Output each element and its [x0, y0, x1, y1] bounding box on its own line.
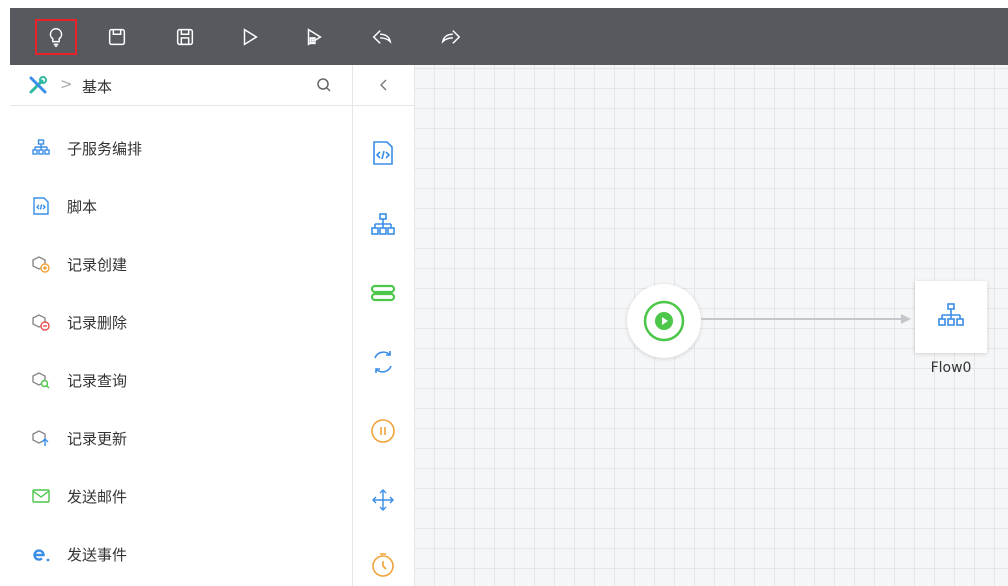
- start-node[interactable]: [627, 284, 701, 358]
- lightbulb-button[interactable]: [35, 19, 77, 55]
- palette-toggle[interactable]: [368, 278, 398, 308]
- node-palette: [353, 65, 415, 586]
- play-icon: [643, 300, 685, 342]
- save-button[interactable]: [96, 19, 138, 55]
- flow-editor: > 基本 子服务编排 脚本 记录创建 记录删除 记录查询 记录更新 发送邮件 发…: [10, 8, 1008, 586]
- component-item-label: 记录更新: [67, 429, 128, 448]
- toggle-icon: [370, 284, 396, 302]
- component-item-script[interactable]: 脚本: [10, 177, 352, 235]
- flow-canvas[interactable]: Flow0: [415, 65, 1008, 586]
- undo-button[interactable]: [361, 19, 403, 55]
- redo-icon: [441, 30, 461, 44]
- record-create-icon: [31, 254, 51, 274]
- chevron-left-icon: [379, 79, 386, 91]
- toolbar: [10, 8, 1008, 65]
- search-icon[interactable]: [316, 77, 332, 93]
- component-item-send-mail[interactable]: 发送邮件: [10, 467, 352, 525]
- component-item-send-event[interactable]: 发送事件: [10, 525, 352, 583]
- palette-script[interactable]: [368, 138, 398, 168]
- component-item-record-create[interactable]: 记录创建: [10, 235, 352, 293]
- debug-icon: [307, 28, 322, 46]
- palette-move[interactable]: [368, 485, 398, 515]
- palette-sub-flow[interactable]: [368, 210, 398, 240]
- script-icon: [373, 141, 393, 165]
- sub-flow-icon: [371, 213, 395, 235]
- palette-pause[interactable]: [368, 416, 398, 446]
- flow-node[interactable]: [915, 281, 987, 353]
- run-button[interactable]: [229, 19, 271, 55]
- component-panel: > 基本 子服务编排 脚本 记录创建 记录删除 记录查询 记录更新 发送邮件 发…: [10, 65, 353, 586]
- component-item-label: 记录创建: [67, 255, 128, 274]
- component-item-label: 发送事件: [67, 545, 128, 564]
- sub-flow-icon: [938, 303, 964, 326]
- move-icon: [372, 489, 394, 511]
- component-item-sub-service[interactable]: 子服务编排: [10, 119, 352, 177]
- component-item-record-query[interactable]: 记录查询: [10, 351, 352, 409]
- run-icon: [243, 28, 258, 46]
- script-icon: [31, 196, 51, 216]
- flow-node-label: Flow0: [930, 360, 972, 376]
- save-as-icon: [176, 28, 194, 46]
- connection-edge[interactable]: [701, 312, 913, 326]
- collapse-panel-button[interactable]: [353, 65, 414, 106]
- component-item-label: 子服务编排: [67, 139, 143, 158]
- record-delete-icon: [31, 312, 51, 332]
- pause-icon: [371, 419, 395, 443]
- palette-timer[interactable]: [368, 550, 398, 580]
- lightbulb-icon: [49, 28, 63, 47]
- breadcrumb: > 基本: [10, 65, 352, 106]
- component-item-record-delete[interactable]: 记录删除: [10, 293, 352, 351]
- component-item-label: 记录查询: [67, 371, 128, 390]
- save-icon: [108, 28, 126, 46]
- undo-icon: [372, 30, 392, 44]
- record-update-icon: [31, 428, 51, 448]
- send-event-icon: [31, 544, 51, 564]
- breadcrumb-current[interactable]: 基本: [82, 76, 112, 97]
- component-item-label: 脚本: [67, 197, 98, 216]
- timer-icon: [372, 553, 394, 577]
- breadcrumb-separator: >: [60, 75, 73, 93]
- record-query-icon: [31, 370, 51, 390]
- component-item-label: 记录删除: [67, 313, 128, 332]
- component-item-label: 发送邮件: [67, 487, 128, 506]
- send-mail-icon: [31, 486, 51, 506]
- save-as-button[interactable]: [164, 19, 206, 55]
- palette-loop[interactable]: [368, 347, 398, 377]
- redo-button[interactable]: [430, 19, 472, 55]
- sub-service-orchestration-icon: [31, 138, 51, 158]
- debug-button[interactable]: [293, 19, 335, 55]
- loop-icon: [374, 351, 392, 373]
- component-item-record-update[interactable]: 记录更新: [10, 409, 352, 467]
- tools-icon[interactable]: [28, 75, 48, 95]
